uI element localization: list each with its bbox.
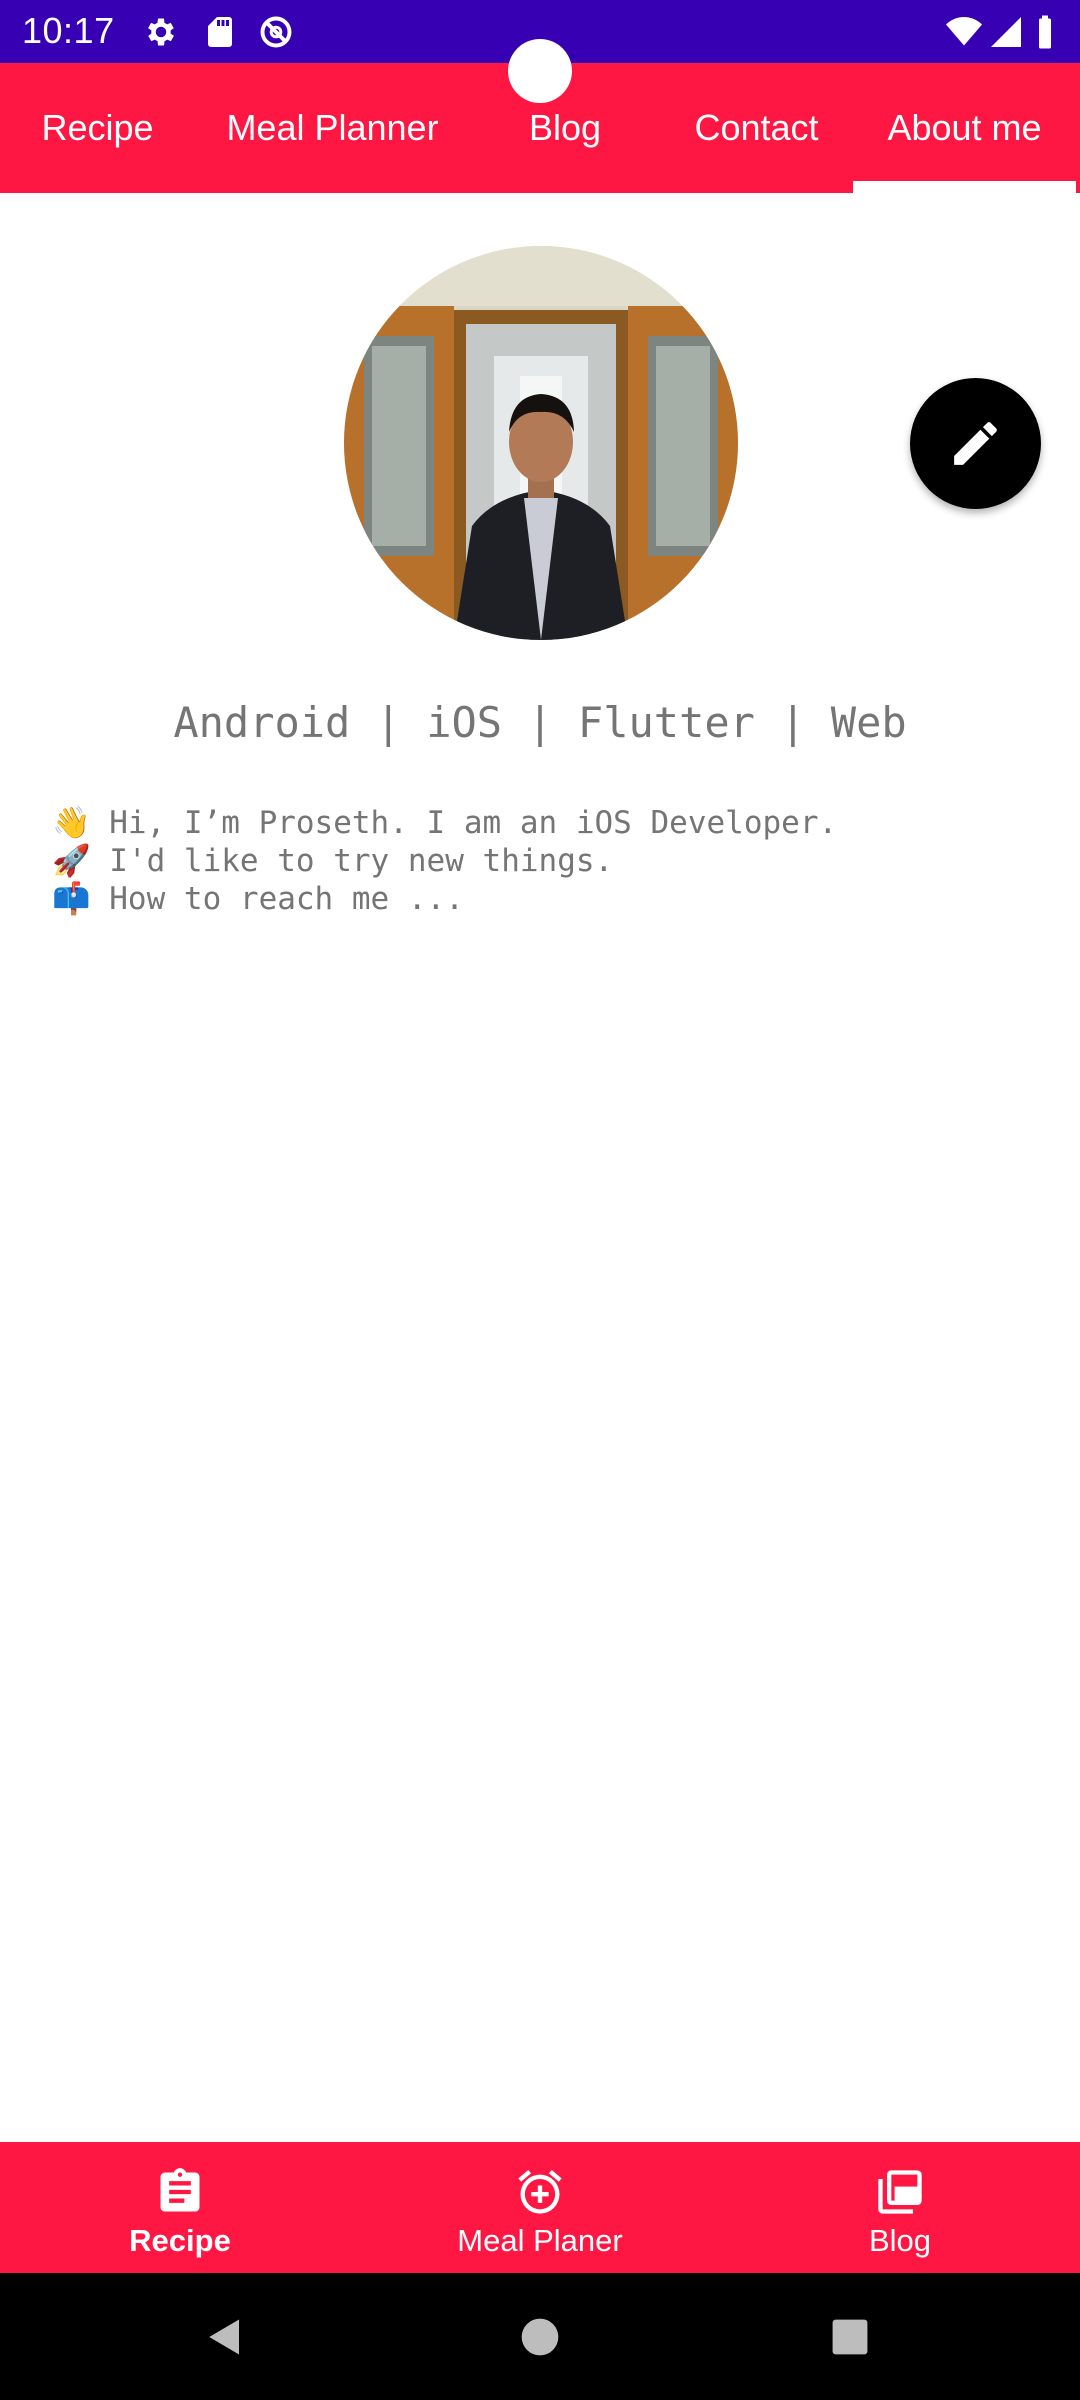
profile-avatar: [344, 246, 738, 640]
sd-card-icon: [202, 14, 238, 50]
profile-bio: 👋 Hi, I’m Proseth. I am an iOS Developer…: [52, 804, 837, 918]
signal-icon: [988, 14, 1024, 50]
library-icon: [878, 2170, 922, 2214]
tab-about-me[interactable]: About me: [853, 63, 1076, 193]
bottom-nav-blog[interactable]: Blog: [720, 2142, 1080, 2273]
bio-line: 🚀 I'd like to try new things.: [52, 843, 614, 879]
home-icon[interactable]: [520, 2317, 560, 2357]
bottom-nav-label: Blog: [868, 2223, 932, 2258]
back-icon[interactable]: [204, 2316, 246, 2358]
do-not-disturb-icon: [258, 14, 294, 50]
edit-fab-button[interactable]: [910, 378, 1041, 509]
wifi-icon: [944, 14, 984, 50]
bottom-nav-meal-planer[interactable]: Meal Planer: [360, 2142, 720, 2273]
recents-icon[interactable]: [831, 2318, 869, 2356]
clipboard-icon: [160, 2168, 200, 2212]
bottom-navigation: Recipe Meal Planer Blog: [0, 2142, 1080, 2273]
bottom-nav-label: Meal Planer: [457, 2223, 623, 2258]
edit-pencil-icon: [954, 422, 997, 465]
status-time: 10:17: [22, 10, 115, 51]
alarm-add-icon: [518, 2170, 562, 2214]
settings-icon: [143, 14, 179, 50]
bio-line: 📫 How to reach me ...: [52, 881, 464, 917]
battery-icon: [1034, 14, 1058, 50]
profile-tagline: Android | iOS | Flutter | Web: [173, 698, 907, 747]
camera-cutout: [508, 39, 572, 103]
bio-line: 👋 Hi, I’m Proseth. I am an iOS Developer…: [52, 805, 838, 841]
tab-selected-indicator: [853, 181, 1076, 193]
tab-meal-planner[interactable]: Meal Planner: [195, 63, 470, 193]
tab-recipe[interactable]: Recipe: [0, 63, 195, 193]
system-navigation-bar: [0, 2273, 1080, 2400]
tab-contact[interactable]: Contact: [660, 63, 853, 193]
bottom-nav-label: Recipe: [129, 2223, 231, 2258]
bottom-nav-recipe[interactable]: Recipe: [0, 2142, 360, 2273]
